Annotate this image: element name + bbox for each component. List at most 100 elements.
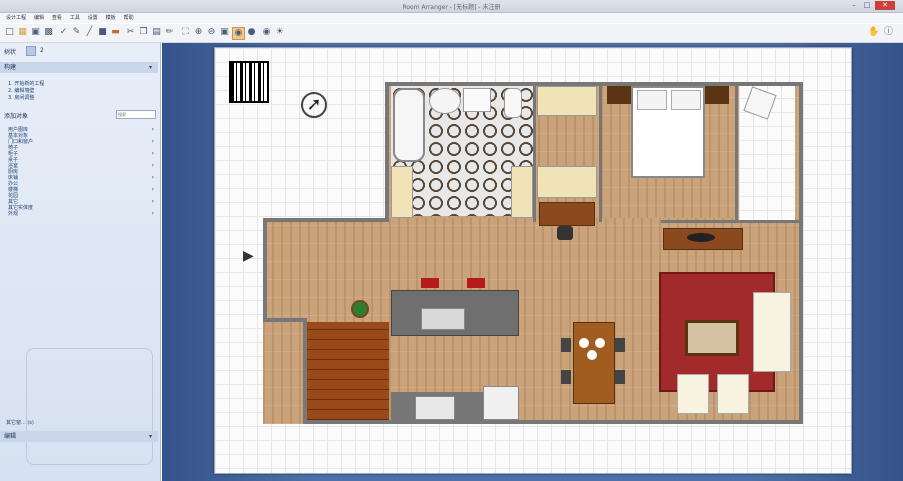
chevron-down-icon: ▾ [148,433,152,440]
chevron-right-icon: › [151,162,154,169]
preview-panel [26,348,153,465]
chevron-right-icon: › [151,198,154,205]
bathtub [393,88,425,162]
bathroom-cabinet [391,166,413,218]
pillow [637,90,667,110]
brush-icon[interactable]: ✏ [164,27,175,38]
build-section-label: 构建 [4,64,17,71]
coffee-table [685,320,739,356]
wall [385,82,389,222]
camera-icon[interactable]: ◉ [261,27,272,38]
desk [539,202,595,226]
dining-chair [615,338,625,352]
copy-icon[interactable]: ❐ [138,27,149,38]
menu-item-design[interactable]: 设计工程 [6,13,26,23]
dining-chair [561,338,571,352]
view-2d-icon[interactable]: ◉ [232,27,245,40]
light-icon[interactable]: ☀ [274,27,285,38]
menu-bar: 设计工程 编辑 查看 工具 设置 模板 帮助 [0,13,903,23]
chevron-right-icon: › [151,138,154,145]
wall [263,218,389,222]
search-input[interactable] [116,110,156,119]
menu-item-tools[interactable]: 工具 [70,13,80,23]
info-icon[interactable]: ⓘ [883,27,894,38]
chevron-right-icon: › [151,210,154,217]
build-section-header[interactable]: 构建 ▾ [0,62,158,73]
maximize-icon[interactable]: □ [861,1,873,10]
dining-chair [615,370,625,384]
nightstand [607,86,633,104]
toolbar: □ ▦ ▣ ▩ ✓ ✎ ╱ ■ ▬ ✂ ❐ ▤ ✏ ⛶ ⊕ ⊖ ▣ ◉ ● ◉ … [0,24,903,43]
room-icon[interactable]: ■ [97,27,108,38]
more-windows-label[interactable]: 其它窗... (s) [6,419,34,426]
plate [595,338,605,348]
zoom-area-icon[interactable]: ▣ [219,27,230,38]
wall [799,82,803,424]
menu-item-edit[interactable]: 编辑 [34,13,44,23]
wall [303,318,307,424]
tab-count: 2 [40,47,44,54]
bar-stool [467,278,485,288]
armchair [717,374,749,414]
office-chair [557,226,573,240]
open-folder-icon[interactable]: ▦ [17,27,28,38]
step-item[interactable]: 1. 开始新的工程 [8,80,44,87]
wall [735,84,738,222]
wall [303,420,803,424]
edit-section-header[interactable]: 编辑 ▾ [0,431,158,442]
wall-tool-icon[interactable]: ╱ [84,27,95,38]
new-file-icon[interactable]: □ [4,27,15,38]
chevron-right-icon: › [151,174,154,181]
wand-icon[interactable]: ✓ [58,27,69,38]
step-item[interactable]: 2. 编辑墙壁 [8,87,34,94]
window-title: Room Arranger - [无标题] - 未注册 [402,4,501,11]
bathroom-cabinet [511,166,533,218]
wall [263,318,307,322]
chevron-right-icon: › [151,150,154,157]
entrance-arrow-icon: ▶ [243,248,254,264]
bar-stool [421,278,439,288]
sidebar: 树状 2 构建 ▾ 1. 开始新的工程 2. 编辑墙壁 3. 房间调整 添加对象… [0,43,161,481]
plate [587,350,597,360]
save-icon[interactable]: ▣ [30,27,41,38]
stove [415,396,455,420]
tab-icon[interactable] [26,46,36,56]
sidebar-title: 树状 [4,49,17,56]
hat-object [687,233,715,242]
print-icon[interactable]: ▩ [43,27,54,38]
title-bar: Room Arranger - [无标题] - 未注册 – □ ✕ [0,0,903,13]
cut-icon[interactable]: ✂ [125,27,136,38]
menu-item-settings[interactable]: 设置 [88,13,98,23]
compass-icon: ➚ [301,92,327,118]
fridge [483,386,519,420]
sofa [753,292,791,372]
zoom-out-icon[interactable]: ⊖ [206,27,217,38]
close-icon[interactable]: ✕ [875,1,895,10]
menu-item-templates[interactable]: 模板 [106,13,116,23]
staircase [307,322,389,420]
armchair [677,374,709,414]
category-item[interactable]: 外观 [8,210,18,217]
minimize-icon[interactable]: – [848,1,860,10]
edit-section-label: 编辑 [4,433,17,440]
wall [533,84,536,222]
step-item[interactable]: 3. 房间调整 [8,94,34,101]
plate [579,338,589,348]
hand-icon[interactable]: ✋ [868,27,879,38]
object-icon[interactable]: ▬ [110,27,121,38]
floor-plan-paper[interactable]: ➚ ▶ [214,47,852,474]
plant-icon [351,300,369,318]
wall [661,220,801,223]
toilet [463,88,491,112]
menu-item-help[interactable]: 帮助 [124,13,134,23]
dining-table [573,322,615,404]
wall [263,218,267,318]
fit-view-icon[interactable]: ⛶ [180,27,191,38]
kitchen-sink [421,308,465,330]
paste-icon[interactable]: ▤ [151,27,162,38]
zoom-in-icon[interactable]: ⊕ [193,27,204,38]
dining-chair [561,370,571,384]
pencil-icon[interactable]: ✎ [71,27,82,38]
menu-item-view[interactable]: 查看 [52,13,62,23]
view-3d-icon[interactable]: ● [246,27,257,38]
